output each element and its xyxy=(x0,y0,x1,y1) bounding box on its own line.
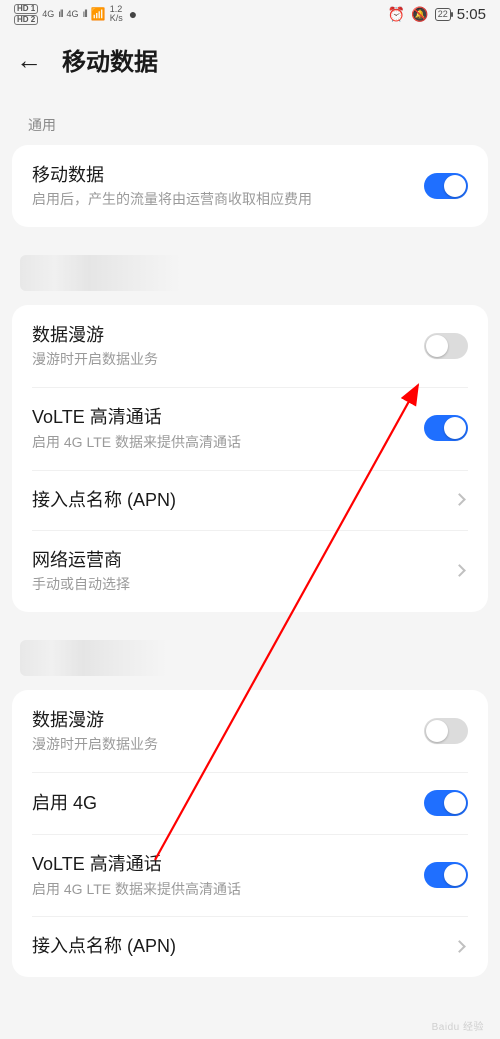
mobile-data-toggle[interactable] xyxy=(424,173,468,199)
roaming2-sub: 漫游时开启数据业务 xyxy=(32,735,414,754)
network-speed: 1.2 K/s xyxy=(110,5,123,23)
alarm-icon: ⏰ xyxy=(388,6,405,23)
page-title: 移动数据 xyxy=(62,42,158,77)
roaming1-toggle[interactable] xyxy=(424,333,468,359)
chevron-right-icon xyxy=(453,493,466,506)
row-carrier[interactable]: 网络运营商 手动或自动选择 xyxy=(12,530,488,612)
battery-indicator: 22 xyxy=(435,8,451,21)
volte2-toggle[interactable] xyxy=(424,862,468,888)
volte1-toggle[interactable] xyxy=(424,415,468,441)
clock: 5:05 xyxy=(457,6,486,23)
row-volte-1[interactable]: VoLTE 高清通话 启用 4G LTE 数据来提供高清通话 xyxy=(12,387,488,469)
row-volte-2[interactable]: VoLTE 高清通话 启用 4G LTE 数据来提供高清通话 xyxy=(12,834,488,916)
card-sim2: 数据漫游 漫游时开启数据业务 启用 4G VoLTE 高清通话 启用 4G LT… xyxy=(12,690,488,977)
sim2-label-blurred xyxy=(20,640,230,676)
sim1-label-blurred xyxy=(20,255,250,291)
hd2-badge: HD 2 xyxy=(14,15,38,25)
chat-bubble-icon: ● xyxy=(129,6,137,22)
network-label-2: 4G xyxy=(66,9,78,19)
row-enable-4g[interactable]: 启用 4G xyxy=(12,772,488,834)
row-roaming-2[interactable]: 数据漫游 漫游时开启数据业务 xyxy=(12,690,488,772)
watermark: Baidu 经验 xyxy=(432,1018,484,1033)
volte1-sub: 启用 4G LTE 数据来提供高清通话 xyxy=(32,433,414,452)
enable4g-title: 启用 4G xyxy=(32,791,414,815)
chevron-right-icon xyxy=(453,565,466,578)
volte1-title: VoLTE 高清通话 xyxy=(32,405,414,429)
signal-icon-2: ıll xyxy=(83,9,87,20)
mute-icon: 🔕 xyxy=(411,6,428,23)
chevron-right-icon xyxy=(453,940,466,953)
back-arrow-icon[interactable]: ← xyxy=(16,47,42,73)
wifi-icon: 📶 xyxy=(91,7,106,21)
apn2-title: 接入点名称 (APN) xyxy=(32,934,445,958)
card-sim1: 数据漫游 漫游时开启数据业务 VoLTE 高清通话 启用 4G LTE 数据来提… xyxy=(12,305,488,612)
row-apn-2[interactable]: 接入点名称 (APN) xyxy=(12,916,488,976)
mobile-data-title: 移动数据 xyxy=(32,163,414,187)
volte2-title: VoLTE 高清通话 xyxy=(32,852,414,876)
row-apn-1[interactable]: 接入点名称 (APN) xyxy=(12,470,488,530)
status-bar: HD 1 HD 2 4G ıll 4G ıll 📶 1.2 K/s ● ⏰ 🔕 … xyxy=(0,0,500,28)
section-label-general: 通用 xyxy=(0,99,500,145)
roaming1-title: 数据漫游 xyxy=(32,323,414,347)
carrier-title: 网络运营商 xyxy=(32,548,445,572)
card-general: 移动数据 启用后，产生的流量将由运营商收取相应费用 xyxy=(12,145,488,227)
hd1-badge: HD 1 xyxy=(14,4,38,14)
row-mobile-data[interactable]: 移动数据 启用后，产生的流量将由运营商收取相应费用 xyxy=(12,145,488,227)
signal-icon-1: ıll xyxy=(58,9,62,20)
apn1-title: 接入点名称 (APN) xyxy=(32,488,445,512)
header: ← 移动数据 xyxy=(0,28,500,99)
carrier-sub: 手动或自动选择 xyxy=(32,575,445,594)
roaming1-sub: 漫游时开启数据业务 xyxy=(32,350,414,369)
volte2-sub: 启用 4G LTE 数据来提供高清通话 xyxy=(32,880,414,899)
roaming2-toggle[interactable] xyxy=(424,718,468,744)
row-roaming-1[interactable]: 数据漫游 漫游时开启数据业务 xyxy=(12,305,488,387)
network-label-1: 4G xyxy=(42,9,54,19)
enable4g-toggle[interactable] xyxy=(424,790,468,816)
mobile-data-sub: 启用后，产生的流量将由运营商收取相应费用 xyxy=(32,190,414,209)
roaming2-title: 数据漫游 xyxy=(32,708,414,732)
